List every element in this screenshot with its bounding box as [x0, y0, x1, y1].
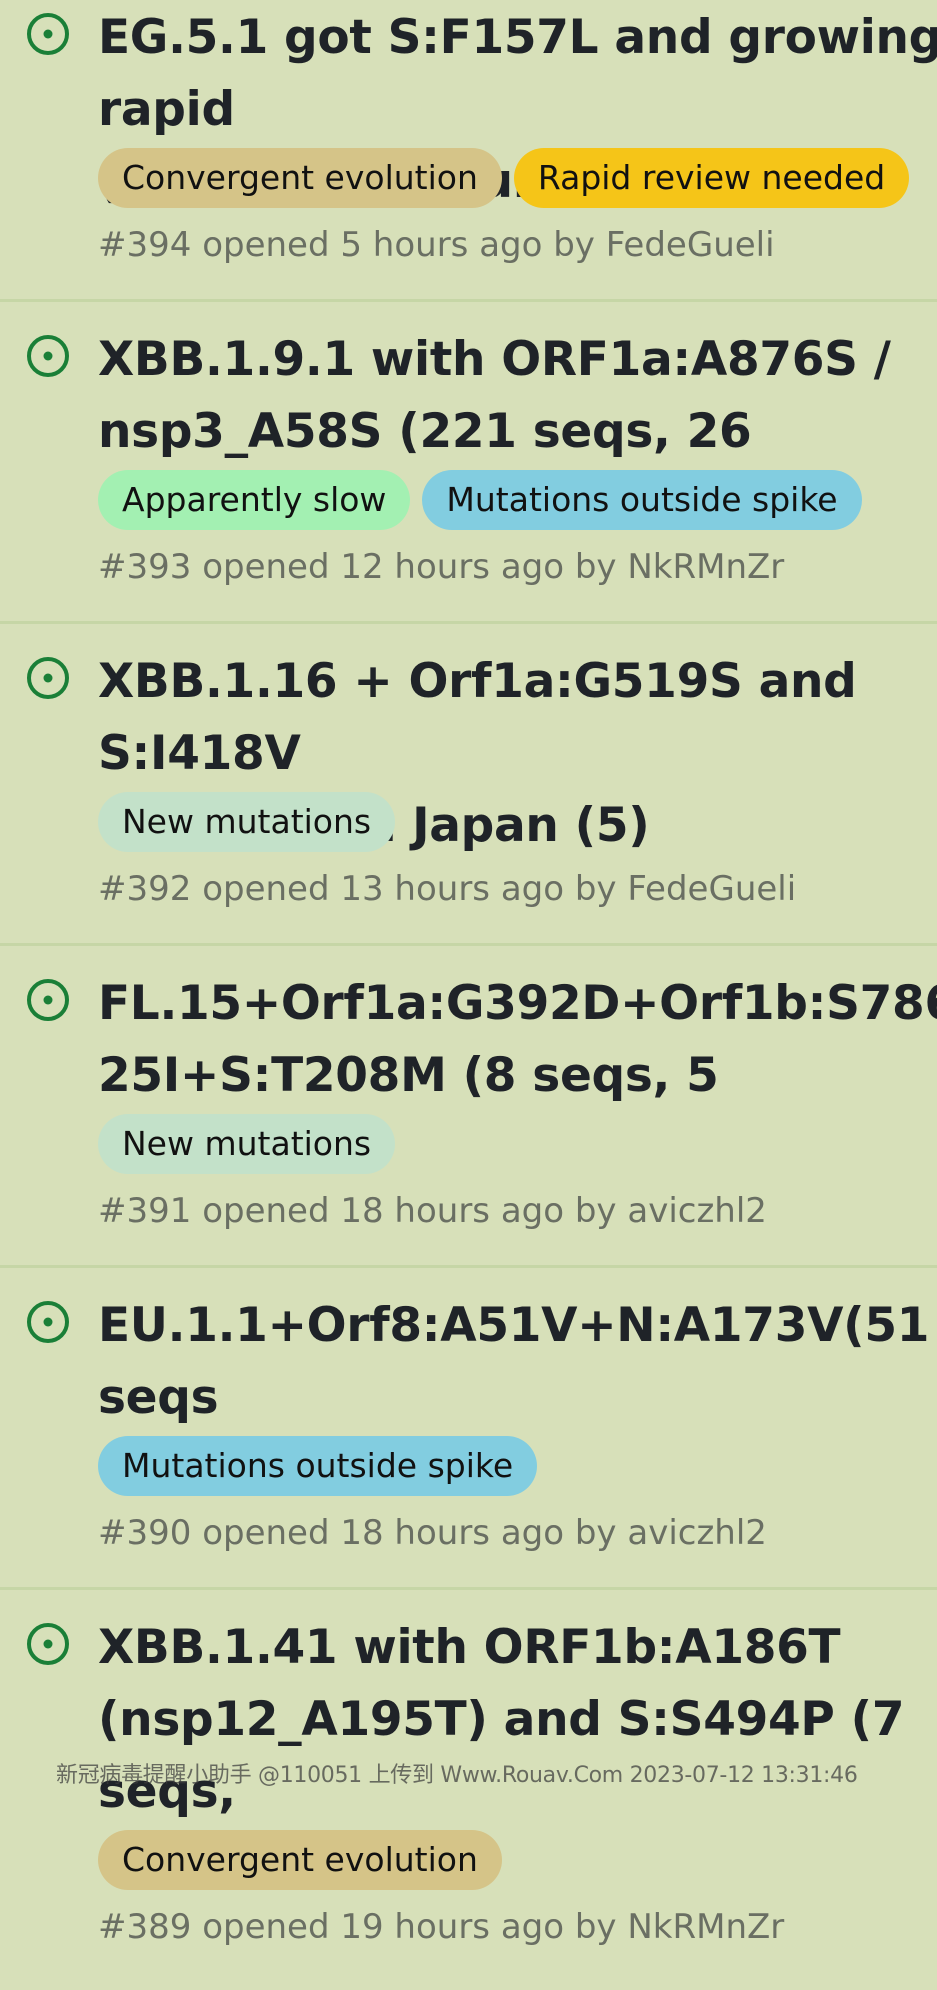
issue-meta: #393 opened 12 hours ago by NkRMnZr [98, 547, 785, 587]
issue-opened-icon [26, 1622, 70, 1666]
issue-opened-icon [26, 12, 70, 56]
issue-row[interactable]: XBB.1.9.1 with ORF1a:A876S / nsp3_A58S (… [0, 302, 937, 624]
issue-row[interactable]: FL.15+Orf1a:G392D+Orf1b:S786C,M 25I+S:T2… [0, 946, 937, 1268]
issue-opened-icon [26, 334, 70, 378]
issue-meta: #390 opened 18 hours ago by aviczhl2 [98, 1513, 767, 1553]
issue-meta: #392 opened 13 hours ago by FedeGueli [98, 869, 797, 909]
issue-row[interactable]: XBB.1.41 with ORF1b:A186T (nsp12_A195T) … [0, 1590, 937, 1990]
issue-labels: Apparently slow Mutations outside spike [98, 470, 862, 530]
issue-labels: New mutations [98, 792, 396, 852]
label-mutations-outside-spike[interactable]: Mutations outside spike [422, 470, 862, 530]
issue-labels: Convergent evolution Rapid review needed [98, 148, 910, 208]
label-new-mutations[interactable]: New mutations [98, 1114, 396, 1174]
issue-labels: New mutations [98, 1114, 396, 1174]
label-convergent-evolution[interactable]: Convergent evolution [98, 1830, 502, 1890]
issue-row[interactable]: XBB.1.16 + Orf1a:G519S and S:I418V emerg… [0, 624, 937, 946]
label-convergent-evolution[interactable]: Convergent evolution [98, 148, 502, 208]
issue-meta: #391 opened 18 hours ago by aviczhl2 [98, 1191, 767, 1231]
label-new-mutations[interactable]: New mutations [98, 792, 396, 852]
label-mutations-outside-spike[interactable]: Mutations outside spike [98, 1436, 538, 1496]
issue-labels: Convergent evolution [98, 1830, 502, 1890]
issue-opened-icon [26, 978, 70, 1022]
issue-labels: Mutations outside spike [98, 1436, 538, 1496]
issue-row[interactable]: EG.5.1 got S:F157L and growing rapid (18… [0, 0, 937, 302]
issue-row[interactable]: EU.1.1+Orf8:A51V+N:A173V(51 seqs countri… [0, 1268, 937, 1590]
label-apparently-slow[interactable]: Apparently slow [98, 470, 411, 530]
watermark: 新冠病毒提醒小助手 @110051 上传到 Www.Rouav.Com 2023… [56, 1763, 858, 1788]
issue-list: EG.5.1 got S:F157L and growing rapid (18… [0, 0, 937, 1990]
label-rapid-review-needed[interactable]: Rapid review needed [513, 148, 910, 208]
issue-opened-icon [26, 1300, 70, 1344]
issue-meta: #389 opened 19 hours ago by NkRMnZr [98, 1907, 785, 1947]
issue-opened-icon [26, 656, 70, 700]
issue-meta: #394 opened 5 hours ago by FedeGueli [98, 225, 775, 265]
